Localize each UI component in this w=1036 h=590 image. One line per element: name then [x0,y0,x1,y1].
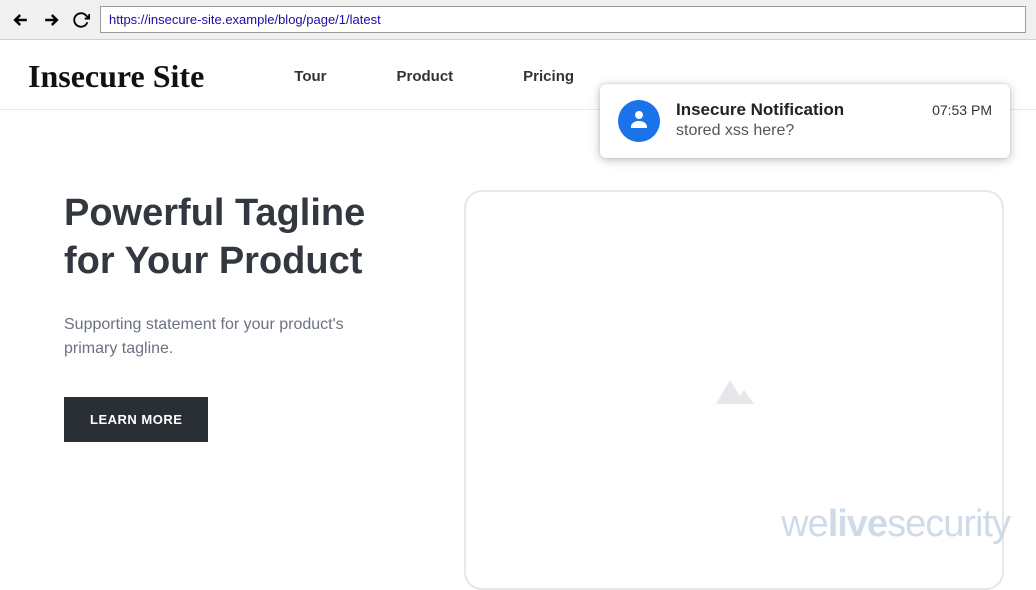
nav-links: Tour Product Pricing [294,68,574,85]
hero-title-line2: for Your Product [64,240,362,282]
nav-pricing[interactable]: Pricing [523,68,574,85]
reload-button[interactable] [70,9,92,31]
nav-tour[interactable]: Tour [294,68,326,85]
person-icon [627,107,651,136]
hero-subtitle: Supporting statement for your product's … [64,313,344,361]
notification-time: 07:53 PM [932,102,992,118]
notification-toast[interactable]: Insecure Notification 07:53 PM stored xs… [600,84,1010,158]
hero-title-line1: Powerful Tagline [64,192,365,234]
nav-product[interactable]: Product [397,68,454,85]
watermark-part1: we [781,503,828,545]
notification-title: Insecure Notification [676,100,844,120]
notification-header: Insecure Notification 07:53 PM [676,100,992,120]
mountain-icon [710,370,758,411]
watermark-part3: security [887,503,1010,545]
watermark: welivesecurity [781,503,1010,546]
notification-avatar [618,100,660,142]
forward-button[interactable] [40,9,62,31]
site-logo[interactable]: Insecure Site [28,58,204,95]
notification-body: Insecure Notification 07:53 PM stored xs… [676,100,992,140]
notification-message: stored xss here? [676,122,992,140]
learn-more-button[interactable]: LEARN MORE [64,397,208,442]
url-bar[interactable] [100,6,1026,33]
hero-copy: Powerful Tagline for Your Product Suppor… [64,190,424,590]
back-button[interactable] [10,9,32,31]
watermark-part2: live [828,503,887,545]
hero-title: Powerful Tagline for Your Product [64,190,424,285]
browser-chrome [0,0,1036,40]
